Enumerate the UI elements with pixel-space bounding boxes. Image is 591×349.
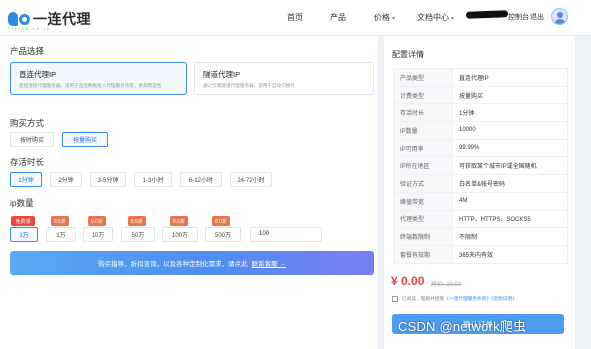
avatar[interactable] (551, 8, 568, 25)
contact-banner[interactable]: 购买指导、折扣咨询，以及各种定制化需求，请点此 联系客服 → (10, 251, 374, 275)
discount-badge: 8.5折 (170, 216, 188, 226)
card-title: 直连代理IP (19, 70, 57, 79)
table-row: 产品类型 直连代理IP (393, 68, 568, 87)
terms-link[interactable]: 《一连代理服务条款》 (444, 296, 491, 301)
console-link[interactable]: 控制台 (508, 12, 529, 22)
chevron-down-icon: ▾ (392, 16, 396, 22)
section-title-duration: 存活时长 (10, 157, 45, 167)
row-key: IP可用率 (393, 138, 453, 158)
nav-pricing[interactable]: 价格 ▾ (374, 12, 395, 23)
watermark: CSDN @network爬虫 (398, 319, 527, 334)
nav-products-label: 产品 (330, 13, 346, 22)
discount-badge: 8.5折 (128, 216, 146, 226)
nav-pricing-label: 价格 (374, 13, 390, 22)
table-row: IP数量 10000 (393, 121, 568, 140)
agree-text: 已阅读，理解并接受《一连代理服务条款》《退款说明》 (402, 296, 517, 302)
config-title: 配置详情 (392, 50, 424, 59)
option-by-volume[interactable]: 按量购买 (62, 132, 108, 147)
duration-2min[interactable]: 2分钟 (50, 172, 82, 187)
table-row: 套餐有效期 365天内有效 (393, 244, 568, 264)
row-value: 按量购买 (452, 85, 568, 105)
row-key: 验证方式 (393, 174, 453, 193)
qty-option[interactable]: 1万 (10, 227, 38, 242)
row-key: 产品类型 (393, 68, 453, 87)
quantity-input[interactable]: 100 (250, 227, 322, 242)
discount-badge: 9.5折 (51, 216, 69, 226)
row-value: 白名单&帐号密码 (452, 174, 568, 193)
row-value: 直连代理IP (452, 68, 568, 87)
duration-1min[interactable]: 1分钟 (10, 172, 42, 187)
table-row: 终端数限制 不限制 (393, 227, 568, 246)
row-value: 不限制 (452, 227, 568, 246)
row-value: 10000 (452, 121, 568, 140)
row-value: 可获取某个城市IP或全国随机 (452, 156, 568, 176)
original-price: 原价: 10.00 (431, 282, 462, 288)
row-value: 4M (452, 191, 568, 211)
banner-text: 购买指导、折扣咨询，以及各种定制化需求，请点此 (98, 261, 248, 268)
section-title-product: 产品选择 (10, 46, 45, 56)
card-title: 隧道代理IP (203, 70, 241, 79)
row-key: 代理类型 (393, 209, 453, 229)
brand-subtitle: YILIAN DAILI (8, 26, 50, 31)
table-row: 验证方式 白名单&帐号密码 (393, 174, 568, 193)
qty-option[interactable]: 100万 (162, 227, 198, 242)
duration-6-12h[interactable]: 6-12小时 (180, 172, 222, 187)
contact-link[interactable]: 联系客服 → (252, 258, 286, 268)
card-tunnel-ip[interactable]: 隧道代理IP 通过云端隧道代理服务器，适用于自动切换代 (194, 62, 374, 95)
discount-badge: 8.0折 (212, 216, 230, 226)
card-desc: 通过云端隧道代理服务器，适用于自动切换代 (203, 83, 295, 88)
section-title-quantity: ip数量 (10, 198, 34, 208)
discount-badge: 9.0折 (88, 216, 106, 226)
table-row: 代理类型 HTTP、HTTPS、SOCKS5 (393, 209, 568, 229)
row-value: HTTP、HTTPS、SOCKS5 (452, 209, 568, 229)
agree-checkbox[interactable] (392, 296, 398, 302)
table-row: 峰值带宽 4M (393, 191, 568, 211)
chevron-down-icon: ▾ (451, 16, 455, 22)
config-details-panel: 配置详情 产品类型 直连代理IP 计费类型 按量购买 存活时长 1分钟 IP数量 100… (384, 36, 575, 349)
section-title-purchase: 购买方式 (10, 118, 45, 128)
qty-option[interactable]: 1万 (46, 227, 76, 242)
card-desc: 直接连接代理服务器，适用于直连数据接入代理服务场景，更高稳定性 (19, 83, 162, 88)
nav-docs[interactable]: 文档中心 ▾ (417, 12, 454, 23)
duration-24-72h[interactable]: 24-72小时 (230, 172, 272, 187)
row-value: 365天内有效 (452, 244, 568, 264)
row-key: IP所在地区 (393, 156, 453, 176)
table-row: 计费类型 按量购买 (393, 85, 568, 105)
row-key: 峰值带宽 (393, 191, 453, 211)
config-table: 产品类型 直连代理IP 计费类型 按量购买 存活时长 1分钟 IP数量 10000 IP… (393, 68, 568, 264)
avatar-head (557, 12, 563, 18)
row-key: IP数量 (393, 121, 453, 140)
nav-docs-label: 文档中心 (417, 13, 449, 22)
order-price: ¥ 0.00 (391, 274, 425, 288)
table-row: IP所在地区 可获取某个城市IP或全国随机 (393, 156, 568, 176)
nav-home[interactable]: 首页 (287, 12, 303, 23)
row-key: 计费类型 (393, 85, 453, 105)
qty-option[interactable]: 50万 (121, 227, 155, 242)
top-navbar: 一连代理 YILIAN DAILI 首页 产品 价格 ▾ 文档中心 ▾ 控制台 退出 (0, 0, 591, 36)
logout-link[interactable]: 退出 (530, 12, 544, 22)
nav-products[interactable]: 产品 (330, 12, 346, 23)
table-row: 存活时长 1分钟 (393, 103, 568, 123)
option-by-time[interactable]: 按时购买 (10, 132, 54, 147)
discount-badge: 免费领 (11, 216, 35, 226)
table-row: IP可用率 99.99% (393, 138, 568, 158)
duration-3-5min[interactable]: 3-5分钟 (90, 172, 126, 187)
qty-option[interactable]: 500万 (205, 227, 241, 242)
qty-option[interactable]: 10万 (83, 227, 113, 242)
row-value: 1分钟 (452, 103, 568, 123)
refund-link[interactable]: 《退款说明》 (491, 296, 517, 301)
avatar-body (554, 19, 566, 24)
row-value: 99.99% (452, 138, 568, 158)
duration-1-3h[interactable]: 1-3小时 (134, 172, 172, 187)
logo-icon (8, 11, 30, 27)
row-key: 套餐有效期 (393, 244, 453, 264)
row-key: 终端数限制 (393, 227, 453, 246)
redacted-username (465, 10, 509, 19)
card-direct-ip[interactable]: 直连代理IP 直接连接代理服务器，适用于直连数据接入代理服务场景，更高稳定性 (10, 62, 187, 95)
row-key: 存活时长 (393, 103, 453, 123)
agree-prefix: 已阅读，理解并接受 (402, 296, 445, 301)
